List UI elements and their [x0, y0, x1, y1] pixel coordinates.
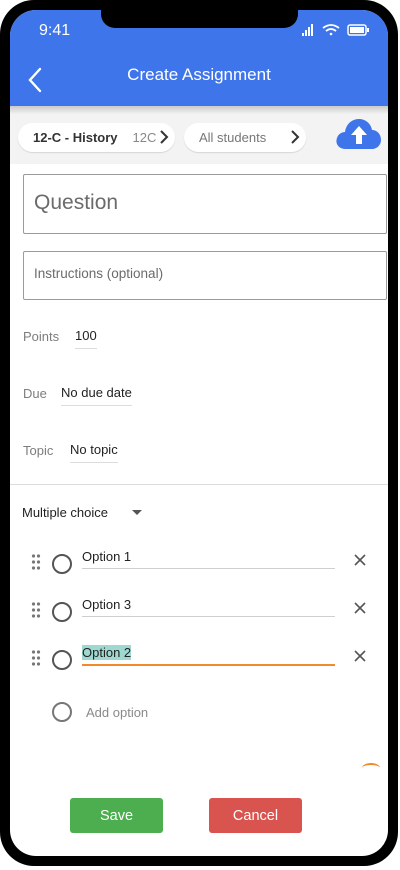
- fab-edge: [362, 763, 380, 773]
- class-chip-label: 12-C - History: [33, 130, 118, 145]
- app-bar: 9:41 Create Assignment: [10, 10, 388, 106]
- option-row: Option 1: [10, 547, 388, 587]
- signal-icon: [302, 24, 313, 36]
- drag-handle-icon[interactable]: [31, 553, 41, 571]
- upload-cloud-icon[interactable]: [334, 116, 382, 152]
- class-chip-short: 12C: [132, 130, 157, 145]
- class-chip[interactable]: 12-C - History 12C: [18, 123, 175, 152]
- add-option-radio: [52, 702, 72, 722]
- topic-field[interactable]: No topic: [70, 442, 118, 463]
- dropdown-arrow-icon[interactable]: [132, 510, 142, 515]
- chevron-right-icon: [291, 130, 300, 144]
- section-divider: [10, 484, 388, 485]
- notch: [101, 10, 298, 28]
- instructions-placeholder: Instructions (optional): [34, 266, 164, 281]
- option-radio[interactable]: [52, 650, 72, 670]
- students-chip-label: All students: [199, 130, 267, 145]
- add-option-button[interactable]: Add option: [86, 705, 148, 720]
- option-underline: [82, 616, 335, 617]
- points-label: Points: [23, 329, 60, 344]
- option-row: Option 3: [10, 595, 388, 635]
- battery-icon: [347, 24, 369, 36]
- question-type-select[interactable]: Multiple choice: [22, 505, 108, 520]
- option-underline: [82, 568, 335, 569]
- status-time: 9:41: [39, 22, 71, 39]
- topic-label: Topic: [23, 443, 54, 458]
- cancel-button[interactable]: Cancel: [209, 798, 302, 833]
- option-row-active: Option 2: [10, 643, 388, 683]
- app-bar-shadow: [10, 106, 388, 114]
- screen: 9:41 Create Assignment 12-C - History 12…: [10, 10, 388, 856]
- page-title: Create Assignment: [127, 65, 271, 84]
- question-placeholder: Question: [34, 191, 119, 214]
- due-label: Due: [23, 386, 47, 401]
- points-field[interactable]: 100: [75, 328, 97, 349]
- chevron-right-icon: [160, 130, 169, 144]
- question-input[interactable]: Question: [23, 174, 387, 234]
- option-input[interactable]: Option 3: [82, 597, 131, 612]
- option-radio[interactable]: [52, 602, 72, 622]
- close-icon[interactable]: [354, 650, 366, 662]
- students-chip[interactable]: All students: [184, 123, 306, 152]
- wifi-icon: [322, 24, 340, 36]
- status-icons: [302, 24, 369, 36]
- chips-bar: 12-C - History 12C All students: [10, 114, 388, 164]
- close-icon[interactable]: [354, 554, 366, 566]
- drag-handle-icon[interactable]: [31, 601, 41, 619]
- option-input[interactable]: Option 1: [82, 549, 131, 564]
- due-field[interactable]: No due date: [61, 385, 132, 406]
- drag-handle-icon[interactable]: [31, 649, 41, 667]
- phone-frame: 9:41 Create Assignment 12-C - History 12…: [0, 0, 398, 866]
- option-input-selected[interactable]: Option 2: [82, 645, 132, 660]
- option-radio[interactable]: [52, 554, 72, 574]
- option-underline-focused: [82, 664, 335, 666]
- close-icon[interactable]: [354, 602, 366, 614]
- save-button[interactable]: Save: [70, 798, 163, 833]
- instructions-input[interactable]: Instructions (optional): [23, 251, 387, 300]
